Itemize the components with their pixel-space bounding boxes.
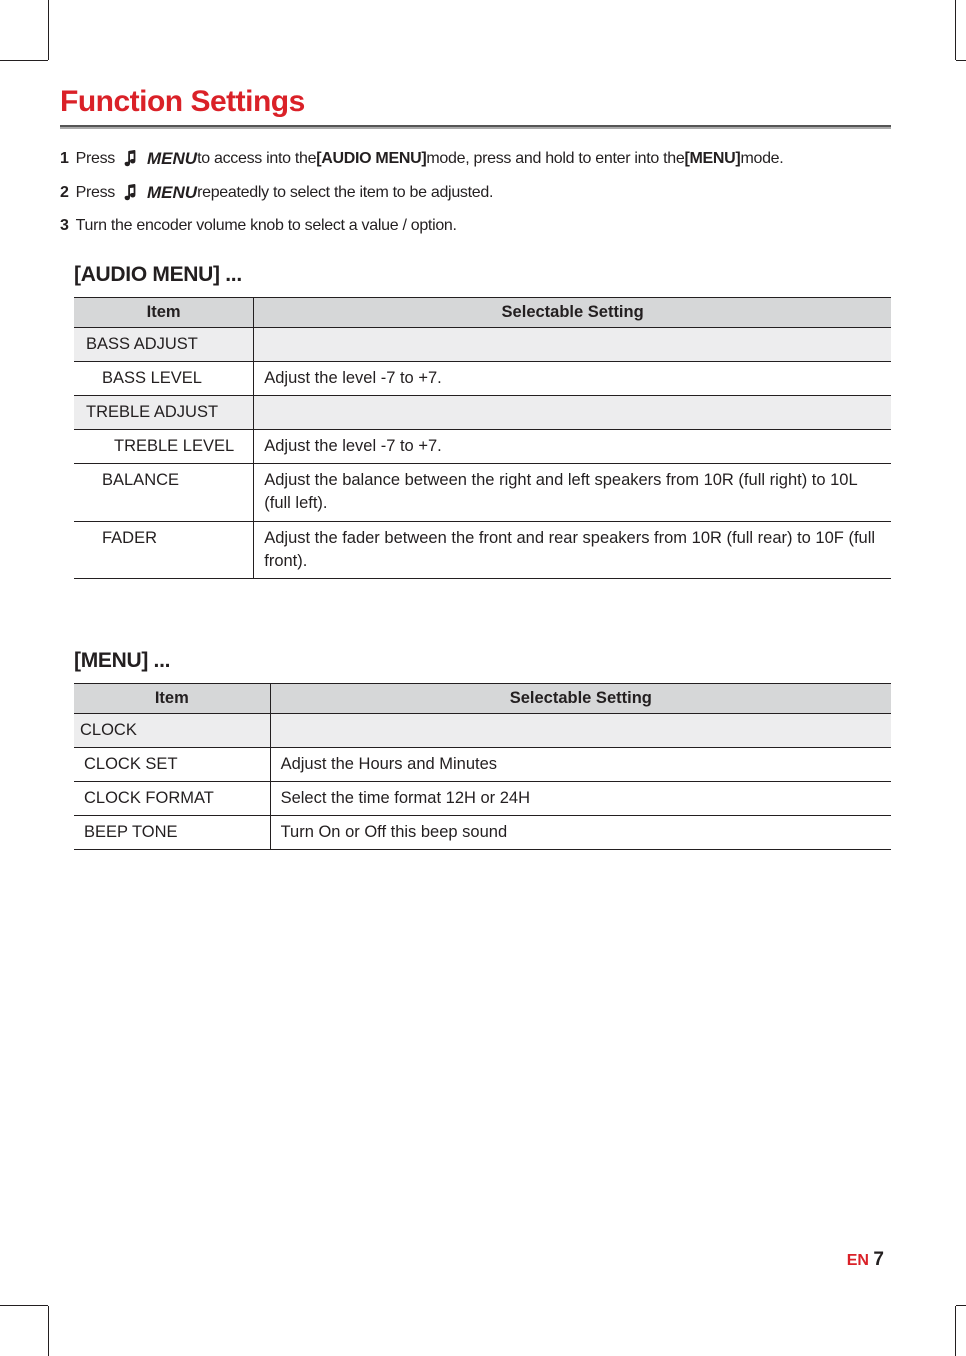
music-note-icon xyxy=(122,150,138,168)
table-row: CLOCK FORMATSelect the time format 12H o… xyxy=(74,781,891,815)
menu-setting-cell: Adjust the Hours and Minutes xyxy=(270,747,891,781)
table-row: BEEP TONETurn On or Off this beep sound xyxy=(74,816,891,850)
menu-setting-cell xyxy=(270,713,891,747)
audio-item-cell: TREBLE ADJUST xyxy=(74,396,254,430)
table-row: BASS LEVELAdjust the level -7 to +7. xyxy=(74,362,891,396)
step-pre-text: Press xyxy=(76,150,115,168)
music-note-icon xyxy=(122,184,138,202)
title-rule xyxy=(60,125,891,129)
audio-col-item: Item xyxy=(74,298,254,328)
step-2: 2 Press MENU repeatedly to select the item… xyxy=(60,183,891,203)
audio-item-cell: TREBLE LEVEL xyxy=(74,430,254,464)
menu-button-label: MENU xyxy=(147,149,197,169)
audio-setting-cell xyxy=(254,396,891,430)
audio-setting-cell: Adjust the fader between the front and r… xyxy=(254,521,891,578)
audio-col-setting: Selectable Setting xyxy=(254,298,891,328)
page-title: Function Settings xyxy=(60,85,891,119)
audio-setting-cell: Adjust the balance between the right and… xyxy=(254,464,891,521)
step-text-part: repeatedly to select the item to be adju… xyxy=(197,184,493,202)
audio-setting-cell: Adjust the level -7 to +7. xyxy=(254,362,891,396)
table-row: TREBLE LEVELAdjust the level -7 to +7. xyxy=(74,430,891,464)
audio-menu-heading: [AUDIO MENU] ... xyxy=(74,263,891,287)
audio-item-cell: BASS LEVEL xyxy=(74,362,254,396)
menu-col-item: Item xyxy=(74,683,270,713)
step-num: 3 xyxy=(60,217,69,235)
menu-item-cell: CLOCK SET xyxy=(74,747,270,781)
footer-page-num: 7 xyxy=(873,1249,884,1270)
menu-table: Item Selectable Setting CLOCKCLOCK SETAd… xyxy=(74,683,891,850)
table-row: BASS ADJUST xyxy=(74,328,891,362)
audio-item-cell: BASS ADJUST xyxy=(74,328,254,362)
step-text-part: to access into the xyxy=(197,150,316,168)
table-row: FADERAdjust the fader between the front … xyxy=(74,521,891,578)
footer-lang: EN xyxy=(847,1252,869,1269)
audio-setting-cell xyxy=(254,328,891,362)
table-row: CLOCK xyxy=(74,713,891,747)
table-row: CLOCK SETAdjust the Hours and Minutes xyxy=(74,747,891,781)
audio-item-cell: BALANCE xyxy=(74,464,254,521)
menu-item-cell: CLOCK xyxy=(74,713,270,747)
step-pre-text: Press xyxy=(76,184,115,202)
step-text-part: mode. xyxy=(740,150,783,168)
step-num: 1 xyxy=(60,150,69,168)
menu-setting-cell: Turn On or Off this beep sound xyxy=(270,816,891,850)
table-row: BALANCEAdjust the balance between the ri… xyxy=(74,464,891,521)
step-1: 1 Press MENU to access into the [AUDIO MEN… xyxy=(60,149,891,169)
step-text-part: mode, press and hold to enter into the xyxy=(426,150,684,168)
menu-item-cell: BEEP TONE xyxy=(74,816,270,850)
audio-item-cell: FADER xyxy=(74,521,254,578)
menu-button-label: MENU xyxy=(147,183,197,203)
menu-item-cell: CLOCK FORMAT xyxy=(74,781,270,815)
table-row: TREBLE ADJUST xyxy=(74,396,891,430)
step-num: 2 xyxy=(60,184,69,202)
page-footer: EN 7 xyxy=(847,1249,884,1271)
menu-col-setting: Selectable Setting xyxy=(270,683,891,713)
menu-heading: [MENU] ... xyxy=(74,649,891,673)
step-pre-text: Turn the encoder volume knob to select a… xyxy=(76,217,457,235)
audio-setting-cell: Adjust the level -7 to +7. xyxy=(254,430,891,464)
step-text-part: [AUDIO MENU] xyxy=(316,150,426,168)
step-3: 3 Turn the encoder volume knob to select … xyxy=(60,217,891,235)
audio-menu-table: Item Selectable Setting BASS ADJUSTBASS … xyxy=(74,297,891,579)
step-text-part: [MENU] xyxy=(684,150,740,168)
menu-setting-cell: Select the time format 12H or 24H xyxy=(270,781,891,815)
